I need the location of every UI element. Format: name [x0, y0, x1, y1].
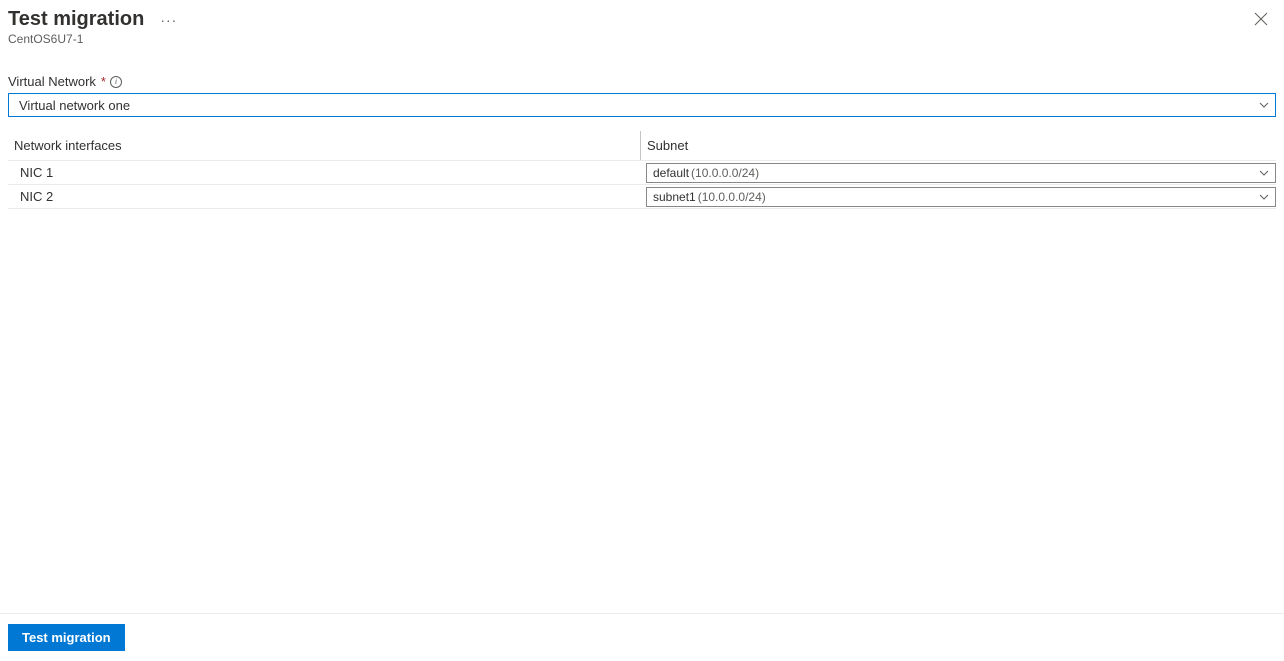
subnet-dropdown[interactable]: subnet1 (10.0.0.0/24) — [646, 187, 1276, 207]
page-title: Test migration — [8, 8, 144, 31]
th-subnet: Subnet — [647, 138, 688, 153]
subnet-text: default (10.0.0.0/24) — [653, 166, 759, 180]
subnet-text: subnet1 (10.0.0.0/24) — [653, 190, 766, 204]
nic-name: NIC 1 — [8, 165, 640, 180]
subnet-dropdown[interactable]: default (10.0.0.0/24) — [646, 163, 1276, 183]
subnet-cidr: (10.0.0.0/24) — [698, 190, 766, 204]
title-row: Test migration ··· — [8, 8, 177, 31]
th-nic: Network interfaces — [14, 138, 122, 153]
footer: Test migration — [0, 613, 1284, 661]
vnet-dropdown[interactable]: Virtual network one — [8, 93, 1276, 117]
col-header-subnet: Subnet — [640, 131, 1276, 160]
content-area: Virtual Network * i Virtual network one … — [0, 48, 1284, 209]
close-icon[interactable] — [1246, 8, 1276, 34]
table-header: Network interfaces Subnet — [8, 131, 1276, 161]
col-header-nic: Network interfaces — [8, 138, 640, 153]
more-icon[interactable]: ··· — [160, 12, 177, 28]
test-migration-button[interactable]: Test migration — [8, 624, 125, 651]
nic-table: Network interfaces Subnet NIC 1 default … — [8, 131, 1276, 209]
table-row: NIC 1 default (10.0.0.0/24) — [8, 161, 1276, 185]
chevron-down-icon — [1259, 192, 1269, 202]
chevron-down-icon — [1259, 168, 1269, 178]
nic-name: NIC 2 — [8, 189, 640, 204]
subnet-cell: default (10.0.0.0/24) — [640, 163, 1276, 183]
page-header: Test migration ··· CentOS6U7-1 — [0, 0, 1284, 48]
vnet-label: Virtual Network — [8, 74, 96, 89]
info-icon[interactable]: i — [110, 76, 122, 88]
subnet-name: default — [653, 166, 689, 180]
required-indicator: * — [101, 74, 106, 89]
header-left: Test migration ··· CentOS6U7-1 — [8, 8, 177, 46]
vnet-label-row: Virtual Network * i — [8, 74, 1276, 89]
subnet-cell: subnet1 (10.0.0.0/24) — [640, 187, 1276, 207]
subnet-cidr: (10.0.0.0/24) — [691, 166, 759, 180]
table-row: NIC 2 subnet1 (10.0.0.0/24) — [8, 185, 1276, 209]
subnet-name: subnet1 — [653, 190, 696, 204]
page-subtitle: CentOS6U7-1 — [8, 32, 177, 46]
vnet-selected: Virtual network one — [19, 98, 130, 113]
chevron-down-icon — [1259, 100, 1269, 110]
